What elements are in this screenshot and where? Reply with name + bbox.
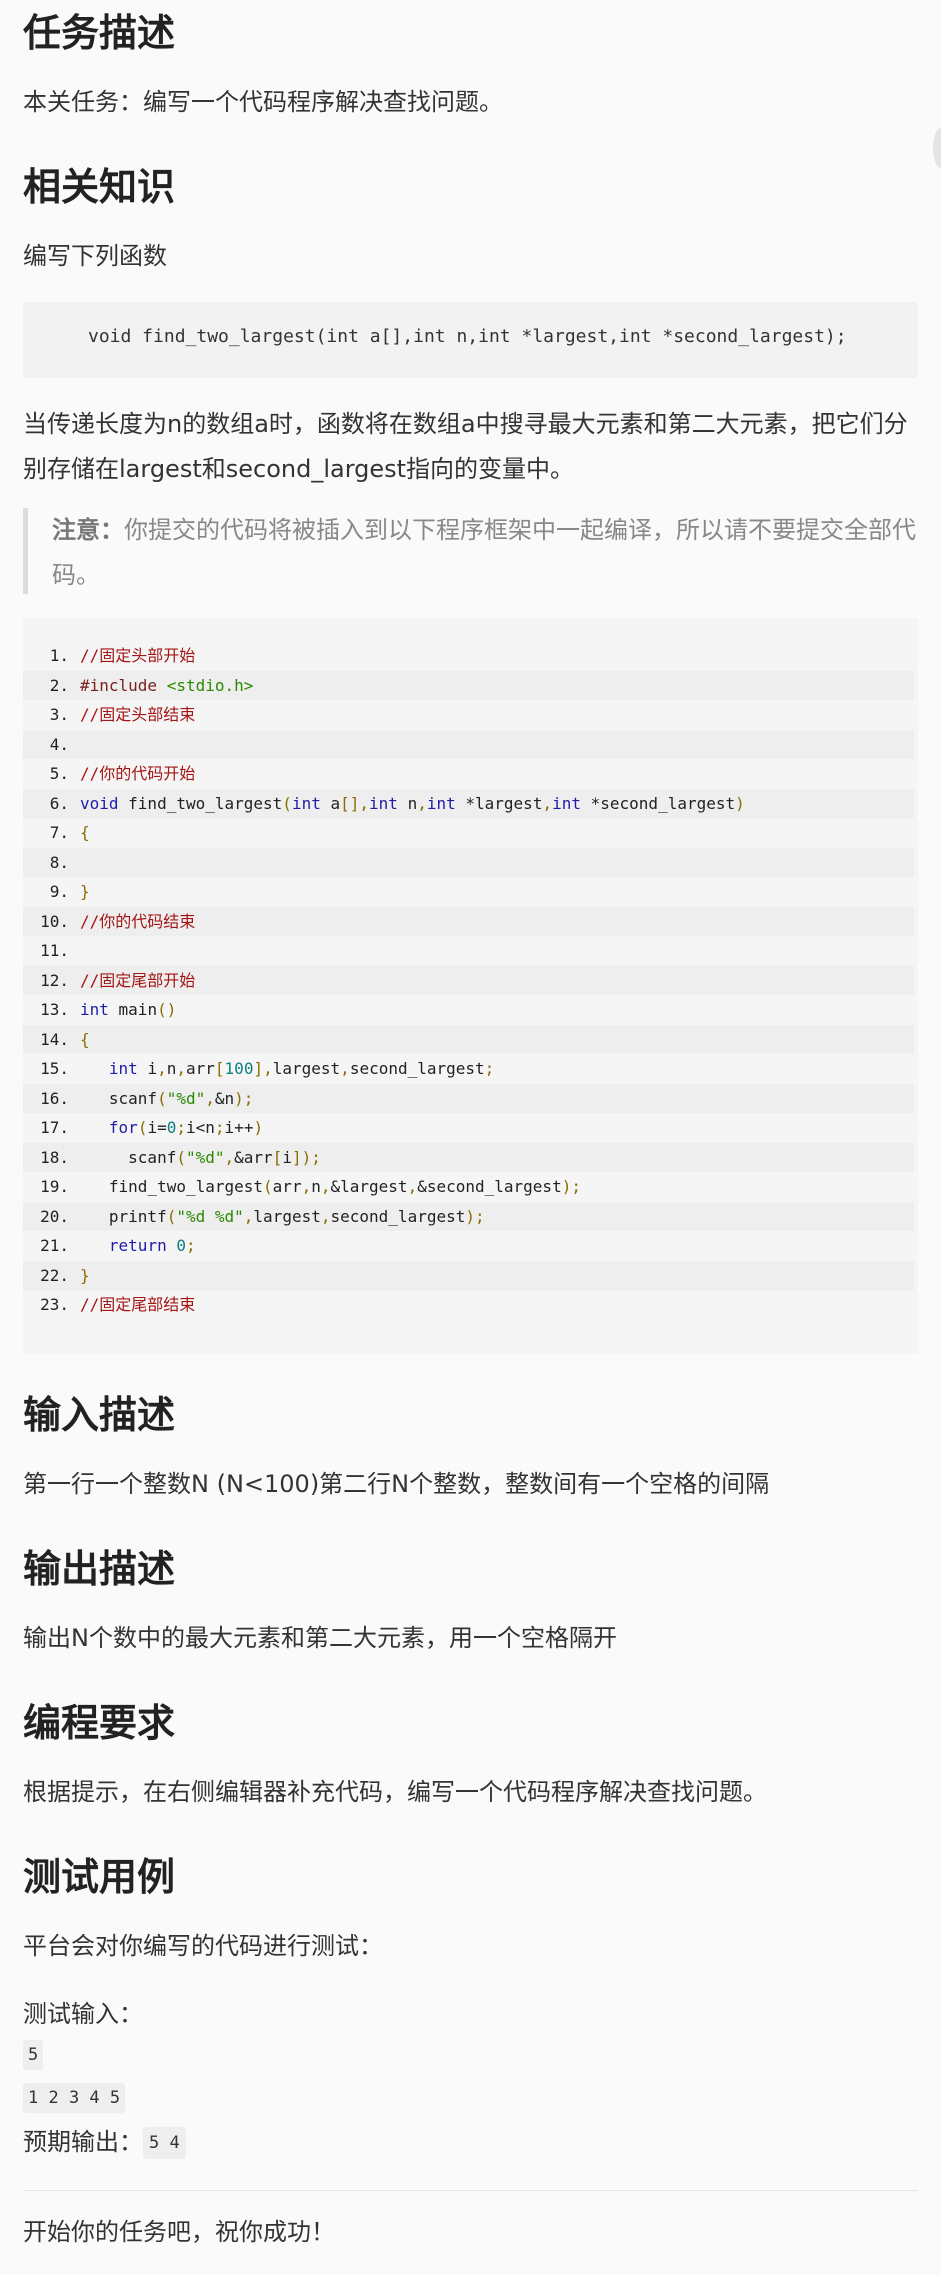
code-line: 22.}	[23, 1260, 914, 1290]
code-line: 10. //你的代码结束	[23, 906, 914, 936]
line-number: 6.	[49, 793, 69, 813]
scroll-handle[interactable]	[933, 128, 941, 168]
line-number: 20.	[40, 1206, 69, 1226]
line-code: void find_two_largest(int a[],int n,int …	[80, 793, 745, 813]
expected-output-value: 5 4	[143, 2127, 186, 2159]
test-input-label: 测试输入：	[23, 2000, 143, 2028]
line-number: 10.	[40, 911, 69, 931]
line-number: 8.	[49, 852, 69, 872]
code-line: 8.	[23, 847, 914, 877]
line-number: 13.	[40, 1000, 69, 1019]
input-heading: 输入描述	[23, 1393, 176, 1437]
line-code: //固定头部开始	[80, 646, 196, 665]
code-line: 15. int i,n,arr[100],largest,second_larg…	[23, 1054, 918, 1084]
line-code: //你的代码开始	[80, 764, 196, 783]
knowledge-heading: 相关知识	[23, 165, 176, 209]
test-heading: 测试用例	[23, 1855, 176, 1899]
line-number: 1.	[49, 646, 69, 665]
note-quote: 注意：你提交的代码将被插入到以下程序框架中一起编译，所以请不要提交全部代码。	[23, 508, 918, 594]
code-line: 14. {	[23, 1024, 914, 1054]
code-line: 9.}	[23, 877, 918, 907]
code-line: 18. scanf("%d",&arr[i]);	[23, 1142, 914, 1172]
note-label: 注意：	[52, 516, 124, 544]
knowledge-intro: 编写下列函数	[23, 242, 167, 270]
code-line: 19. find_two_largest(arr,n,&largest,&sec…	[23, 1172, 918, 1202]
code-line: 17. for(i=0;i<n;i++)	[23, 1113, 918, 1143]
test-intro: 平台会对你编写的代码进行测试：	[23, 1932, 383, 1960]
expected-output-label: 预期输出：	[23, 2128, 143, 2156]
code-line: 6. void find_two_largest(int a[],int n,in…	[23, 788, 914, 818]
line-code: int main()	[80, 1000, 177, 1019]
line-number: 3.	[49, 705, 69, 724]
line-number: 2.	[49, 675, 69, 695]
test-input-line-1: 5	[23, 2040, 44, 2070]
line-code: printf("%d %d",largest,second_largest);	[80, 1206, 485, 1226]
requirement-heading: 编程要求	[23, 1701, 176, 1745]
line-code: {	[80, 823, 90, 842]
line-number: 11.	[40, 941, 69, 960]
code-line: 20. printf("%d %d",largest,second_larges…	[23, 1201, 914, 1231]
line-number: 17.	[40, 1118, 69, 1137]
line-number: 14.	[40, 1029, 69, 1049]
code-line: 23. //固定尾部结束	[23, 1290, 918, 1320]
output-text: 输出N个数中的最大元素和第二大元素，用一个空格隔开	[23, 1624, 617, 1652]
line-code: scanf("%d",&n);	[80, 1088, 254, 1108]
line-number: 15.	[40, 1059, 69, 1078]
code-line: 3. //固定头部结束	[23, 700, 918, 730]
code-line: 5. //你的代码开始	[23, 759, 918, 789]
line-number: 21.	[40, 1236, 69, 1255]
line-number: 16.	[40, 1088, 69, 1108]
line-code: scanf("%d",&arr[i]);	[80, 1147, 321, 1167]
line-code: return 0;	[108, 1236, 196, 1255]
signature-code-block: void find_two_largest(int a[],int n,int …	[23, 302, 918, 378]
closing-text: 开始你的任务吧，祝你成功！	[23, 2218, 335, 2246]
code-line: 21. return 0;	[23, 1231, 918, 1261]
line-code: find_two_largest(arr,n,&largest,&second_…	[80, 1177, 581, 1196]
line-number: 5.	[49, 764, 69, 783]
line-number: 23.	[40, 1295, 69, 1314]
line-code: #include <stdio.h>	[80, 675, 254, 695]
line-number: 12.	[40, 970, 69, 990]
task-text: 本关任务：编写一个代码程序解决查找问题。	[23, 88, 503, 116]
code-line: 4.	[23, 729, 914, 759]
knowledge-explain: 当传递长度为n的数组a时，函数将在数组a中搜寻最大元素和第二大元素，把它们分别存…	[23, 410, 908, 483]
note-text: 你提交的代码将被插入到以下程序框架中一起编译，所以请不要提交全部代码。	[52, 516, 916, 589]
line-code: //固定尾部开始	[80, 970, 196, 990]
line-code: //固定尾部结束	[80, 1295, 196, 1314]
output-heading: 输出描述	[23, 1547, 176, 1591]
code-line: 16. scanf("%d",&n);	[23, 1083, 914, 1113]
code-line: 11.	[23, 936, 918, 966]
line-code: int i,n,arr[100],largest,second_largest;	[108, 1059, 495, 1078]
input-text: 第一行一个整数N (N<100)第二行N个整数，整数间有一个空格的间隔	[23, 1470, 770, 1498]
code-line: 1. //固定头部开始	[23, 641, 918, 671]
line-number: 22.	[40, 1265, 69, 1285]
line-code: //你的代码结束	[80, 911, 196, 931]
code-line: 12. //固定尾部开始	[23, 965, 914, 995]
signature-code: void find_two_largest(int a[],int n,int …	[88, 326, 847, 347]
expected-output-row: 预期输出： 5 4	[23, 2120, 186, 2165]
divider	[23, 2190, 918, 2191]
line-code: {	[80, 1029, 90, 1049]
line-code: //固定头部结束	[80, 705, 196, 724]
task-heading: 任务描述	[23, 11, 176, 55]
code-line: 2. #include <stdio.h>	[23, 670, 914, 700]
code-listing: 1. //固定头部开始 2. #include <stdio.h> 3. //固定头部结束…	[23, 618, 918, 1354]
line-number: 4.	[49, 734, 69, 754]
requirement-text: 根据提示，在右侧编辑器补充代码，编写一个代码程序解决查找问题。	[23, 1778, 767, 1806]
line-number: 19.	[40, 1177, 69, 1196]
line-number: 18.	[40, 1147, 69, 1167]
line-code: }	[80, 882, 90, 901]
test-input-line-2: 1 2 3 4 5	[23, 2083, 126, 2113]
line-code: for(i=0;i<n;i++)	[108, 1118, 264, 1137]
code-line: 7. {	[23, 818, 918, 848]
line-code: }	[80, 1265, 90, 1285]
code-line: 13. int main()	[23, 995, 918, 1025]
line-number: 7.	[49, 823, 69, 842]
line-number: 9.	[49, 882, 69, 901]
